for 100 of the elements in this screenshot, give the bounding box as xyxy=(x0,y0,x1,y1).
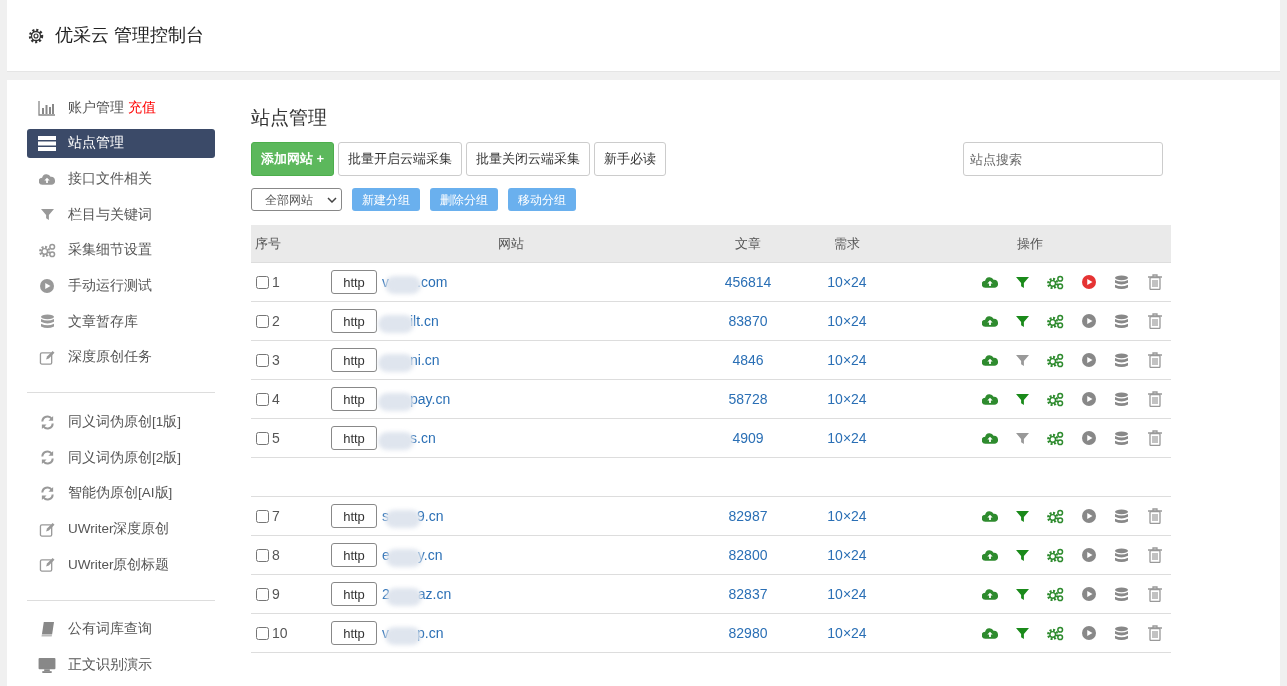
play-icon[interactable] xyxy=(1081,275,1096,289)
site-link[interactable]: v p.cn xyxy=(382,621,444,645)
server-icon xyxy=(38,136,56,151)
trash-icon[interactable] xyxy=(1147,430,1162,446)
filter-icon[interactable] xyxy=(1016,509,1029,523)
cloud-upload-icon[interactable] xyxy=(981,314,998,328)
cloud-upload-icon[interactable] xyxy=(981,548,998,562)
sidebar-item[interactable]: 站点管理 xyxy=(27,128,215,159)
trash-icon[interactable] xyxy=(1147,547,1162,563)
database-icon[interactable] xyxy=(1115,313,1128,329)
sidebar-item[interactable]: 深度原创任务 xyxy=(27,342,215,373)
cloud-upload-icon[interactable] xyxy=(981,509,998,523)
row-checkbox[interactable] xyxy=(256,353,269,367)
site-link[interactable]: v .com xyxy=(382,270,448,294)
filter-icon[interactable] xyxy=(1016,431,1029,445)
gears-icon xyxy=(38,243,56,258)
cloud-upload-icon[interactable] xyxy=(981,587,998,601)
play-icon[interactable] xyxy=(1081,626,1096,640)
trash-icon[interactable] xyxy=(1147,352,1162,368)
demand-value: 10×24 xyxy=(826,350,868,370)
database-icon[interactable] xyxy=(1115,430,1128,446)
filter-icon[interactable] xyxy=(1016,314,1029,328)
filter-icon[interactable] xyxy=(1016,626,1029,640)
cloud-upload-icon[interactable] xyxy=(981,626,998,640)
sidebar-item[interactable]: 同义词伪原创[2版] xyxy=(27,443,215,473)
filter-icon[interactable] xyxy=(1016,392,1029,406)
toolbar-button[interactable]: 批量开启云端采集 xyxy=(338,142,463,176)
gears-icon[interactable] xyxy=(1047,625,1064,641)
cloud-upload-icon[interactable] xyxy=(981,275,998,289)
database-icon[interactable] xyxy=(1115,547,1128,563)
trash-icon[interactable] xyxy=(1147,586,1162,602)
filter-icon[interactable] xyxy=(1016,587,1029,601)
play-icon[interactable] xyxy=(1081,392,1096,406)
row-checkbox[interactable] xyxy=(256,275,269,289)
sidebar-item[interactable]: UWriter深度原创 xyxy=(27,514,215,545)
sidebar-item[interactable]: 文章暂存库 xyxy=(27,307,215,337)
sidebar-item[interactable]: 正文识别演示 xyxy=(27,650,215,681)
row-checkbox[interactable] xyxy=(256,392,269,406)
site-link[interactable]: e y.cn xyxy=(382,543,443,567)
scheme-label: http xyxy=(331,504,377,528)
trash-icon[interactable] xyxy=(1147,391,1162,407)
play-icon[interactable] xyxy=(1081,431,1096,445)
sidebar-item[interactable]: 采集细节设置 xyxy=(27,235,215,266)
gears-icon[interactable] xyxy=(1047,547,1064,563)
article-count: 82987 xyxy=(727,506,769,526)
scheme-label: http xyxy=(331,543,377,567)
sidebar-item[interactable]: UWriter原创标题 xyxy=(27,550,215,580)
gears-icon[interactable] xyxy=(1047,274,1064,290)
site-link[interactable]: 2 az.cn xyxy=(382,582,452,606)
trash-icon[interactable] xyxy=(1147,274,1162,290)
cloud-upload-icon[interactable] xyxy=(981,431,998,445)
group-select[interactable]: 全部网站 xyxy=(251,188,342,211)
database-icon[interactable] xyxy=(1115,391,1128,407)
gears-icon[interactable] xyxy=(1047,313,1064,329)
filter-icon[interactable] xyxy=(1016,353,1029,367)
play-icon[interactable] xyxy=(1081,548,1096,562)
toolbar-button[interactable]: 批量关闭云端采集 xyxy=(466,142,591,176)
recharge-link[interactable]: 充值 xyxy=(128,97,156,118)
cloud-upload-icon xyxy=(38,172,56,186)
sidebar-item[interactable]: 公有词库查询 xyxy=(27,614,215,645)
row-checkbox[interactable] xyxy=(256,548,269,562)
article-count: 4909 xyxy=(731,428,765,448)
cloud-upload-icon[interactable] xyxy=(981,353,998,367)
sidebar-item[interactable]: 接口文件相关 xyxy=(27,164,215,194)
database-icon[interactable] xyxy=(1115,274,1128,290)
cloud-upload-icon[interactable] xyxy=(981,392,998,406)
sidebar-item[interactable]: 账户管理 充值 xyxy=(27,93,215,123)
trash-icon[interactable] xyxy=(1147,508,1162,524)
toolbar-button[interactable]: 新手必读 xyxy=(594,142,667,176)
database-icon[interactable] xyxy=(1115,586,1128,602)
trash-icon[interactable] xyxy=(1147,313,1162,329)
play-icon[interactable] xyxy=(1081,509,1096,523)
gears-icon[interactable] xyxy=(1047,352,1064,368)
gears-icon[interactable] xyxy=(1047,508,1064,524)
column-header: 需求 xyxy=(833,234,861,253)
gears-icon[interactable] xyxy=(1047,586,1064,602)
row-checkbox[interactable] xyxy=(256,626,269,640)
row-checkbox[interactable] xyxy=(256,509,269,523)
sidebar-item[interactable]: 智能伪原创[AI版] xyxy=(27,478,215,509)
sidebar-item[interactable]: 手动运行测试 xyxy=(27,271,215,302)
row-checkbox[interactable] xyxy=(256,431,269,445)
gears-icon[interactable] xyxy=(1047,391,1064,407)
trash-icon[interactable] xyxy=(1147,625,1162,641)
play-icon[interactable] xyxy=(1081,314,1096,328)
settings-icon xyxy=(27,26,45,45)
play-icon[interactable] xyxy=(1081,587,1096,601)
demand-value: 10×24 xyxy=(826,428,868,448)
site-link[interactable]: s 9.cn xyxy=(382,504,444,528)
database-icon[interactable] xyxy=(1115,508,1128,524)
row-checkbox[interactable] xyxy=(256,587,269,601)
filter-icon[interactable] xyxy=(1016,275,1029,289)
filter-icon[interactable] xyxy=(1016,548,1029,562)
database-icon[interactable] xyxy=(1115,625,1128,641)
row-checkbox[interactable] xyxy=(256,314,269,328)
search-field[interactable]: 站点搜索 xyxy=(963,142,1163,176)
gears-icon[interactable] xyxy=(1047,430,1064,446)
sidebar-item[interactable]: 栏目与关键词 xyxy=(27,200,215,230)
database-icon[interactable] xyxy=(1115,352,1128,368)
sidebar-item[interactable]: 同义词伪原创[1版] xyxy=(27,407,215,438)
play-icon[interactable] xyxy=(1081,353,1096,367)
